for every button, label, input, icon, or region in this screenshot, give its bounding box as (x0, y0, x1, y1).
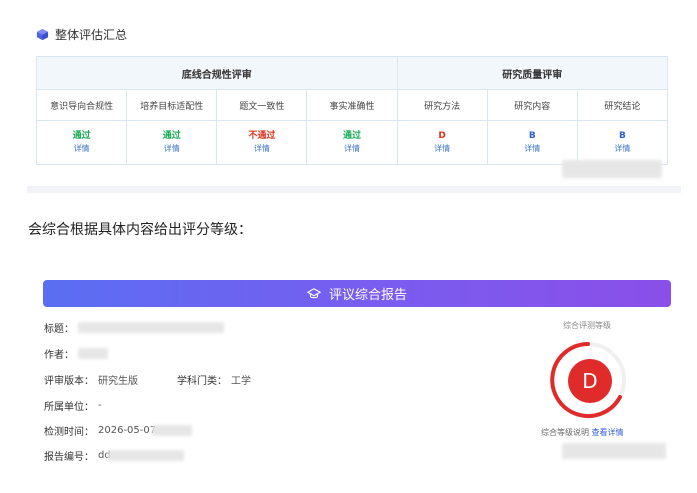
blurred-author (78, 348, 108, 359)
time-label: 检测时间： (44, 426, 94, 438)
result-status: 不通过 (248, 131, 276, 141)
card-footer-strip (27, 186, 681, 193)
version-value: 研究生版 (98, 375, 138, 387)
result-grade: B (618, 131, 626, 141)
section-header: 整体评估汇总 (36, 25, 127, 43)
blurred-watermark (562, 160, 662, 178)
description-text: 会综合根据具体内容给出评分等级： (28, 222, 252, 238)
column-header: 事实准确性 (306, 89, 398, 121)
group-header-quality: 研究质量评审 (396, 56, 669, 90)
detail-link[interactable]: 详情 (578, 143, 667, 155)
report-banner[interactable]: 评议综合报告 (43, 280, 671, 307)
grade-desc-label: 综合等级说明 (541, 428, 589, 437)
subject-label: 学科门类： (177, 375, 227, 387)
result-cell: 通过 详情 (35, 120, 128, 165)
blurred-time (152, 425, 192, 436)
code-row: 报告编号： dd (44, 448, 111, 463)
result-status: 通过 (162, 131, 181, 141)
result-cell: B 详情 (576, 120, 669, 165)
group-header-compliance: 底线合规性评审 (36, 56, 398, 90)
column-header: 题文一致性 (216, 89, 308, 121)
result-cell: 不通过 详情 (216, 120, 308, 165)
unit-value: - (98, 399, 102, 411)
cube-icon (36, 28, 49, 40)
detail-link[interactable]: 详情 (488, 143, 577, 155)
blurred-watermark (562, 443, 666, 459)
column-header: 研究内容 (486, 89, 578, 121)
time-value: 2026-05-07 (98, 424, 157, 436)
title-row: 标题： (44, 320, 78, 335)
subject-row: 学科门类： 工学 (177, 372, 251, 387)
version-row: 评审版本： 研究生版 (44, 372, 138, 387)
result-cell: 通过 详情 (126, 120, 218, 165)
detail-link[interactable]: 详情 (217, 143, 306, 155)
unit-label: 所属单位： (44, 401, 94, 413)
column-header: 意识导向合规性 (35, 89, 128, 121)
author-row: 作者： (44, 346, 74, 361)
grade-description: 综合等级说明 查看详情 (541, 427, 624, 438)
detail-link[interactable]: 详情 (127, 143, 216, 155)
time-row: 检测时间： 2026-05-07 (44, 423, 157, 438)
column-header: 研究结论 (576, 89, 669, 121)
section-title: 整体评估汇总 (55, 27, 128, 42)
evaluation-table: 底线合规性评审 研究质量评审 意识导向合规性 培养目标适配性 题文一致性 事实准… (35, 56, 669, 165)
result-cell: D 详情 (396, 120, 488, 165)
result-cell: B 详情 (486, 120, 578, 165)
result-status: 通过 (72, 131, 91, 141)
grade-badge: D (568, 359, 612, 403)
result-cell: 通过 详情 (306, 120, 398, 165)
banner-label: 评议综合报告 (328, 288, 407, 303)
detail-link[interactable]: 详情 (37, 143, 126, 155)
detail-link[interactable]: 详情 (307, 143, 396, 155)
title-label: 标题： (44, 323, 74, 335)
blurred-code (108, 450, 184, 461)
author-label: 作者： (44, 349, 74, 361)
detail-link[interactable]: 详情 (398, 143, 487, 155)
column-header: 培养目标适配性 (126, 89, 218, 121)
subject-value: 工学 (231, 375, 251, 387)
version-label: 评审版本： (44, 375, 94, 387)
grade-title: 综合评测等级 (563, 321, 611, 330)
result-grade: D (438, 131, 446, 141)
blurred-title (78, 322, 224, 333)
grade-detail-link[interactable]: 查看详情 (592, 428, 624, 437)
result-grade: B (528, 131, 536, 141)
unit-row: 所属单位： - (44, 398, 102, 413)
result-status: 通过 (342, 131, 361, 141)
code-label: 报告编号： (44, 451, 94, 463)
graduation-cap-icon (306, 287, 321, 298)
column-header: 研究方法 (396, 89, 488, 121)
